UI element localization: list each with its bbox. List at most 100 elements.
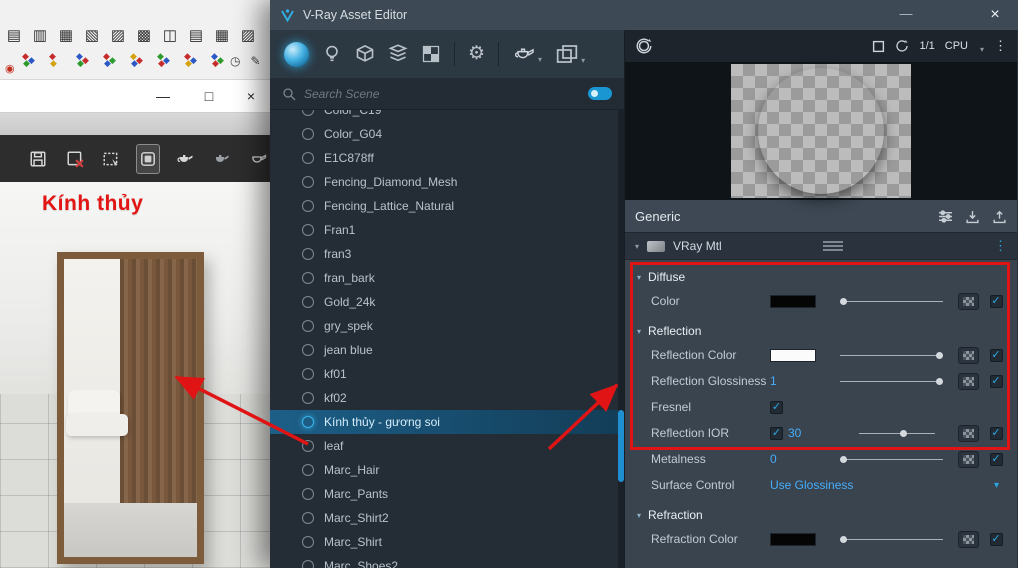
textures-tab-icon[interactable] — [421, 43, 441, 65]
reflection-color-swatch[interactable] — [770, 348, 816, 362]
enable-checkbox[interactable]: ✓ — [989, 532, 1003, 546]
scrollbar-track[interactable] — [618, 110, 624, 568]
material-list-item[interactable]: Fencing_Diamond_Mesh — [270, 170, 624, 194]
search-input[interactable]: Search Scene — [304, 87, 580, 101]
array-tool-icon[interactable]: ▥ — [30, 26, 50, 44]
select-region-icon[interactable] — [99, 144, 124, 174]
texture-map-button[interactable] — [957, 372, 979, 390]
diffuse-color-swatch[interactable] — [770, 294, 816, 308]
material-list-item[interactable]: fran_bark — [270, 266, 624, 290]
geometry-tab-icon[interactable] — [355, 43, 375, 65]
material-list-item[interactable]: Marc_Shirt2 — [270, 506, 624, 530]
component-tool-icon[interactable]: ◆ ◆ ◆ — [130, 52, 148, 68]
render-interactive-teapot-icon[interactable] — [209, 144, 234, 174]
section-reflection[interactable]: ▾ Reflection — [625, 320, 1017, 342]
enable-checkbox[interactable]: ✓ — [989, 294, 1003, 308]
ior-checkbox[interactable]: ✓ — [770, 426, 783, 440]
material-list-item[interactable]: Marc_Pants — [270, 482, 624, 506]
save-icon[interactable] — [26, 144, 51, 174]
filter-toggle[interactable] — [588, 87, 612, 100]
enable-checkbox[interactable]: ✓ — [989, 452, 1003, 466]
array-tool-icon[interactable]: ▦ — [212, 26, 232, 44]
surface-control-dropdown[interactable]: Use Glossiness — [770, 478, 853, 492]
material-list-item[interactable]: Marc_Shirt — [270, 530, 624, 554]
metalness-value[interactable]: 0 — [770, 452, 830, 466]
array-tool-icon[interactable]: ▨ — [238, 26, 258, 44]
refraction-amount-slider[interactable] — [839, 532, 943, 546]
section-diffuse[interactable]: ▾ Diffuse — [625, 266, 1017, 288]
reflection-amount-slider[interactable] — [840, 348, 944, 362]
sketchup-viewport[interactable]: Kính thủy — [0, 182, 270, 568]
update-preview-icon[interactable] — [895, 39, 909, 53]
float-window-icon[interactable] — [872, 40, 885, 53]
ior-slider[interactable] — [840, 426, 943, 440]
array-tool-icon[interactable]: ▩ — [134, 26, 154, 44]
minimize-button[interactable]: — — [889, 0, 923, 30]
material-list-item[interactable]: Color_G04 — [270, 122, 624, 146]
array-tool-icon[interactable]: ◫ — [160, 26, 180, 44]
component-tool-icon[interactable]: ◆ ◆ ◆ — [103, 52, 121, 68]
enable-checkbox[interactable]: ✓ — [989, 348, 1003, 362]
render-button[interactable]: ▾ — [512, 44, 542, 64]
array-tool-icon[interactable]: ▤ — [4, 26, 24, 44]
section-refraction[interactable]: ▾ Refraction — [625, 504, 1017, 526]
close-button[interactable]: × — [978, 0, 1012, 30]
scrollbar-thumb[interactable] — [618, 410, 624, 482]
sliders-icon[interactable] — [938, 209, 953, 224]
material-list-item[interactable]: jean blue — [270, 338, 624, 362]
render-viewport-teapot-icon[interactable] — [245, 144, 270, 174]
component-tool-icon[interactable]: ◆ ◆ ◆ — [22, 52, 40, 68]
texture-map-button[interactable] — [957, 530, 979, 548]
export-asset-icon[interactable] — [992, 209, 1007, 224]
texture-map-button[interactable] — [957, 424, 979, 442]
material-list-item[interactable]: Fran1 — [270, 218, 624, 242]
enable-checkbox[interactable]: ✓ — [989, 374, 1003, 388]
layers-tab-icon[interactable] — [388, 43, 408, 65]
texture-map-button[interactable] — [957, 450, 979, 468]
material-list-item[interactable]: kf02 — [270, 386, 624, 410]
metalness-slider[interactable] — [839, 452, 943, 466]
component-tool-icon[interactable]: ◆ ◆ ◆ — [184, 52, 202, 68]
material-list-item[interactable]: leaf — [270, 434, 624, 458]
material-list-item[interactable]: kf01 — [270, 362, 624, 386]
maximize-button[interactable]: □ — [194, 84, 224, 108]
close-button[interactable]: × — [236, 84, 266, 108]
glossiness-slider[interactable] — [840, 374, 944, 388]
component-tool-icon[interactable]: ◆ ◆ ◆ — [76, 52, 94, 68]
orbit-icon[interactable] — [635, 37, 653, 55]
component-tool-icon[interactable]: ◆ ◆ ◆ — [211, 52, 229, 68]
render-teapot-icon[interactable] — [172, 144, 197, 174]
array-tool-icon[interactable]: ▦ — [56, 26, 76, 44]
clock-tool-icon[interactable]: ◷ — [230, 54, 240, 68]
material-list-item[interactable]: E1C878ff — [270, 146, 624, 170]
minimize-button[interactable]: — — [148, 84, 178, 108]
ior-value[interactable]: 30 — [788, 426, 801, 440]
enable-checkbox[interactable]: ✓ — [989, 426, 1003, 440]
material-menu-icon[interactable]: ⋮ — [994, 238, 1007, 254]
array-tool-icon[interactable]: ▤ — [186, 26, 206, 44]
texture-map-button[interactable] — [957, 292, 979, 310]
array-tool-icon[interactable]: ▨ — [108, 26, 128, 44]
region-render-button[interactable] — [135, 143, 161, 174]
material-list-item-selected[interactable]: Kính thủy - gương soi — [270, 410, 624, 434]
materials-tab-icon[interactable] — [284, 41, 309, 67]
settings-icon[interactable]: ⚙ — [468, 43, 485, 65]
refraction-color-swatch[interactable] — [770, 532, 816, 546]
texture-map-button[interactable] — [957, 346, 979, 364]
pen-tool-icon[interactable]: ✎ — [250, 54, 260, 68]
preview-menu-icon[interactable]: ⋮ — [994, 38, 1007, 54]
component-tool-icon[interactable]: ◆ ◆ ◆ — [157, 52, 175, 68]
engine-selector[interactable]: CPU — [945, 40, 968, 52]
material-list-item[interactable]: Fencing_Lattice_Natural — [270, 194, 624, 218]
material-list-item[interactable]: Marc_Shoes2 — [270, 554, 624, 568]
drag-handle-icon[interactable] — [823, 241, 843, 253]
material-list-item[interactable]: gry_spek — [270, 314, 624, 338]
array-tool-icon[interactable]: ▧ — [82, 26, 102, 44]
origin-tool-icon[interactable]: ◉ — [5, 62, 15, 75]
lights-tab-icon[interactable] — [322, 43, 342, 65]
diffuse-amount-slider[interactable] — [839, 294, 943, 308]
component-tool-icon[interactable]: ◆ ◆ — [49, 52, 67, 68]
save-remove-icon[interactable] — [63, 144, 88, 174]
material-list-item[interactable]: Gold_24k — [270, 290, 624, 314]
render-window-button[interactable]: ▾ — [555, 43, 585, 65]
